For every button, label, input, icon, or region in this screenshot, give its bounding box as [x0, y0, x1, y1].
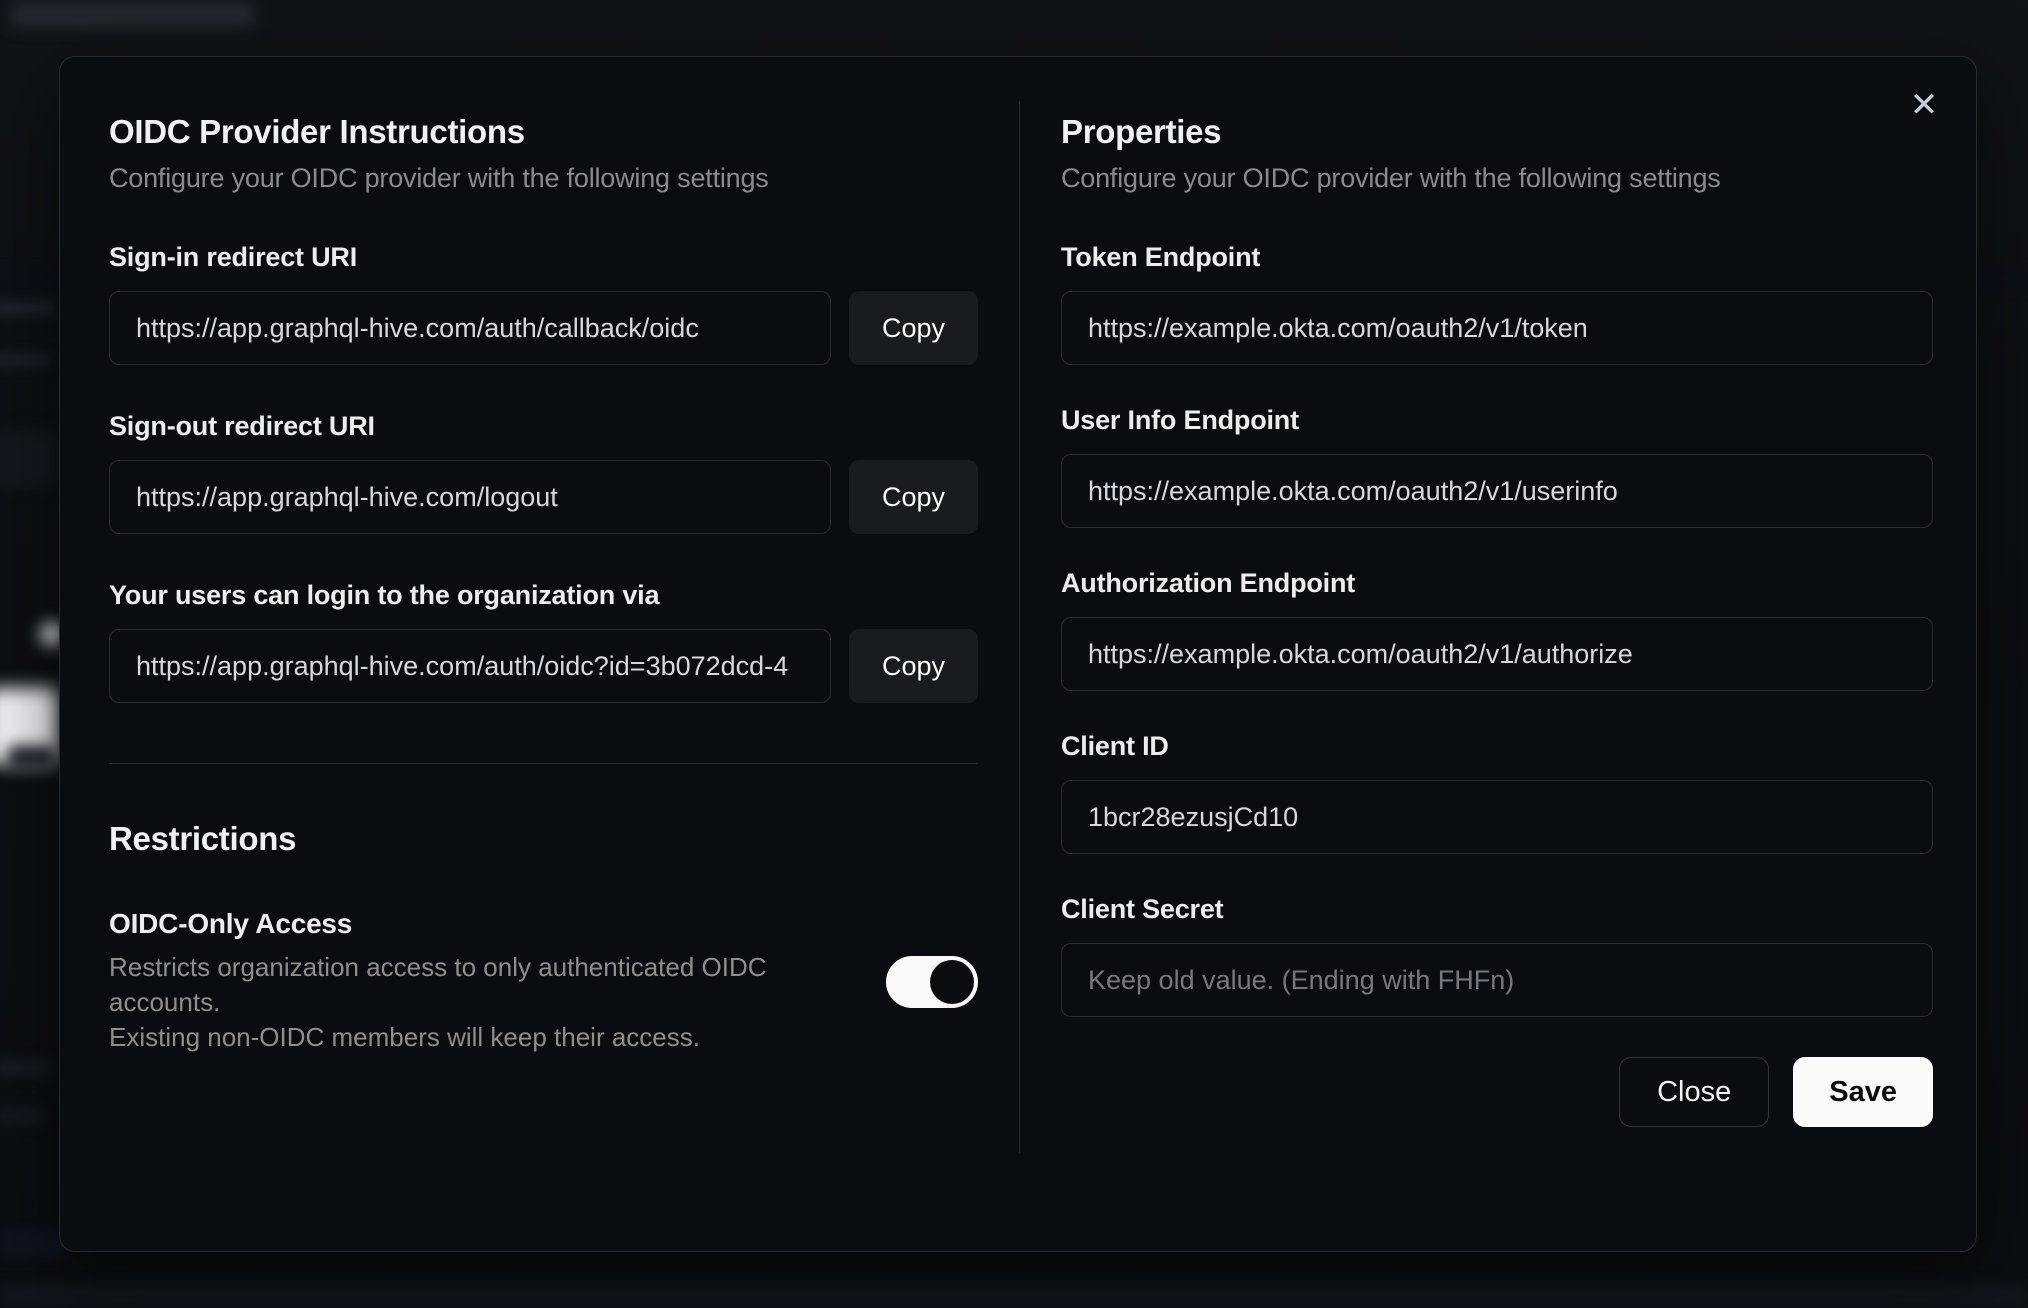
description-line-2: Existing non-OIDC members will keep thei… — [109, 1022, 700, 1052]
copy-sign-in-uri-button[interactable]: Copy — [849, 291, 978, 365]
authorization-endpoint-input[interactable] — [1061, 617, 1933, 691]
authorization-endpoint-row — [1061, 617, 1933, 691]
background-blurred-text — [0, 1060, 50, 1076]
instructions-subtitle: Configure your OIDC provider with the fo… — [109, 163, 769, 193]
background-blurred-white-button — [0, 688, 58, 764]
section-divider — [109, 763, 978, 764]
background-blurred-text — [0, 1108, 44, 1124]
properties-subtitle: Configure your OIDC provider with the fo… — [1061, 163, 1721, 193]
oidc-only-access-description: Restricts organization access to only au… — [109, 950, 856, 1055]
sign-out-redirect-uri-input[interactable] — [109, 460, 831, 534]
client-secret-label: Client Secret — [1061, 894, 1224, 924]
user-info-endpoint-input[interactable] — [1061, 454, 1933, 528]
oidc-only-access-toggle[interactable] — [886, 955, 978, 1008]
oidc-only-access-row: OIDC-Only Access Restricts organization … — [109, 908, 978, 1055]
properties-title: Properties — [1061, 113, 1222, 150]
sign-in-redirect-uri-label: Sign-in redirect URI — [109, 242, 358, 272]
organization-login-uri-input[interactable] — [109, 629, 831, 703]
background-blurred-footer — [0, 1284, 2028, 1308]
token-endpoint-input[interactable] — [1061, 291, 1933, 365]
copy-sign-out-uri-button[interactable]: Copy — [849, 460, 978, 534]
close-button[interactable]: Close — [1619, 1057, 1770, 1127]
client-id-input[interactable] — [1061, 780, 1933, 854]
oidc-only-access-text: OIDC-Only Access Restricts organization … — [109, 908, 856, 1055]
instructions-title: OIDC Provider Instructions — [109, 113, 525, 150]
instructions-column: OIDC Provider Instructions Configure you… — [109, 57, 978, 1055]
sign-in-redirect-uri-input[interactable] — [109, 291, 831, 365]
client-secret-input[interactable] — [1061, 943, 1933, 1017]
user-info-endpoint-label: User Info Endpoint — [1061, 405, 1299, 435]
sign-out-redirect-uri-label: Sign-out redirect URI — [109, 411, 375, 441]
background-blurred-text — [0, 352, 50, 368]
background-blurred-band — [0, 1228, 64, 1258]
sign-in-redirect-uri-row: Copy — [109, 291, 978, 365]
oidc-settings-dialog: ✕ OIDC Provider Instructions Configure y… — [59, 56, 1977, 1252]
client-secret-row — [1061, 943, 1933, 1017]
description-line-1: Restricts organization access to only au… — [109, 952, 767, 1017]
save-button[interactable]: Save — [1793, 1057, 1933, 1127]
column-divider — [1019, 101, 1020, 1153]
background-blurred-card — [0, 430, 58, 488]
organization-login-uri-row: Copy — [109, 629, 978, 703]
restrictions-title: Restrictions — [109, 820, 297, 857]
properties-column: Properties Configure your OIDC provider … — [1061, 57, 1933, 1127]
oidc-only-access-label: OIDC-Only Access — [109, 908, 353, 939]
organization-login-uri-label: Your users can login to the organization… — [109, 580, 660, 610]
client-id-row — [1061, 780, 1933, 854]
dialog-actions: Close Save — [1061, 1057, 1933, 1127]
user-info-endpoint-row — [1061, 454, 1933, 528]
background-blurred-text — [0, 300, 54, 316]
background-blurred-logo — [10, 2, 255, 28]
authorization-endpoint-label: Authorization Endpoint — [1061, 568, 1356, 598]
client-id-label: Client ID — [1061, 731, 1169, 761]
toggle-knob — [930, 959, 974, 1004]
copy-login-uri-button[interactable]: Copy — [849, 629, 978, 703]
token-endpoint-row — [1061, 291, 1933, 365]
token-endpoint-label: Token Endpoint — [1061, 242, 1261, 272]
sign-out-redirect-uri-row: Copy — [109, 460, 978, 534]
background-blurred-text — [8, 745, 56, 771]
